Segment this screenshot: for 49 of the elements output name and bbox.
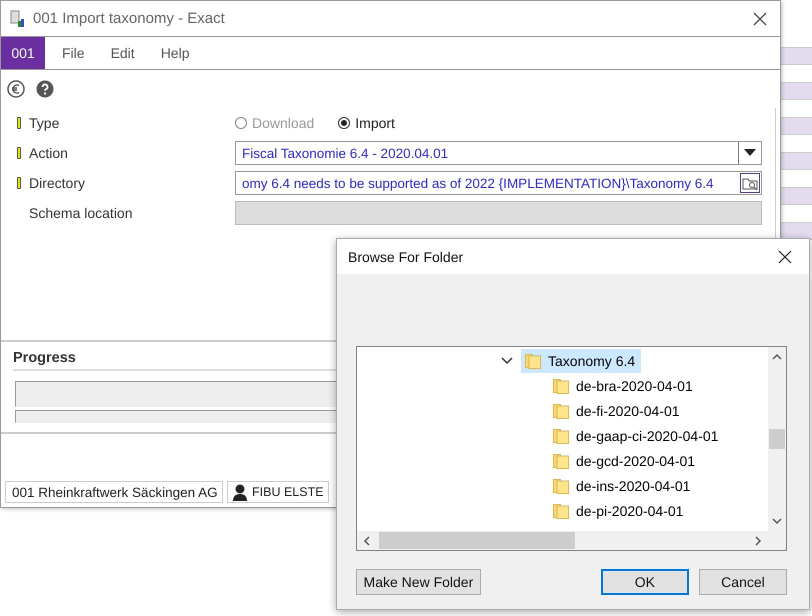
scroll-right-icon[interactable] [754, 536, 762, 546]
tree-item[interactable]: de-pi-2020-04-01 [549, 498, 690, 522]
tree-item[interactable]: de-bra-2020-04-01 [549, 374, 699, 398]
user-icon [232, 483, 248, 501]
help-icon[interactable] [36, 80, 54, 98]
folder-icon [553, 428, 569, 444]
menu-item[interactable]: Help [144, 37, 198, 69]
horizontal-scrollbar[interactable] [357, 531, 786, 550]
window-title: 001 Import taxonomy - Exact [33, 10, 225, 27]
folder-icon [553, 402, 569, 418]
vertical-scrollbar[interactable] [768, 347, 786, 531]
status-user: FIBU ELSTE [252, 485, 324, 499]
action-dropdown[interactable]: Fiscal Taxonomie 6.4 - 2020.04.01 [235, 141, 762, 165]
menu-item[interactable]: Edit [94, 37, 144, 69]
radio-option[interactable]: Import [338, 115, 395, 131]
tree-item[interactable]: de-fi-2020-04-01 [549, 398, 686, 422]
scroll-down-icon[interactable] [772, 517, 782, 525]
dialog-button[interactable]: OK [600, 569, 689, 595]
app-icon [9, 10, 25, 28]
close-icon[interactable] [777, 248, 793, 264]
directory-field[interactable]: omy 6.4 needs to be supported as of 2022 {IMPLEMENTATION}\Taxonomy 6.4 [235, 171, 762, 195]
scroll-up-icon[interactable] [772, 353, 782, 361]
folder-icon [525, 352, 541, 368]
folder-icon [553, 502, 569, 518]
close-icon[interactable] [752, 10, 768, 26]
tree-item[interactable]: de-gaap-ci-2020-04-01 [549, 424, 724, 448]
field-label: Type [29, 115, 60, 131]
field-label: Action [29, 145, 69, 161]
tree-item[interactable]: de-ins-2020-04-01 [549, 474, 696, 498]
folder-icon [553, 378, 569, 394]
dialog-button[interactable]: Cancel [698, 569, 787, 595]
dialog-button[interactable]: Make New Folder [356, 569, 481, 595]
field-label: Directory [29, 175, 86, 191]
euro-icon[interactable] [7, 80, 25, 98]
status-company: 001 Rheinkraftwerk Säckingen AG [5, 481, 223, 503]
scroll-thumb[interactable] [769, 429, 785, 449]
browse-folder-icon[interactable] [740, 173, 760, 193]
tree-item[interactable]: Taxonomy 6.4 [521, 348, 642, 372]
tree-item[interactable]: de-gcd-2020-04-01 [549, 448, 702, 472]
dialog-title: Browse For Folder [348, 248, 464, 264]
scroll-thumb[interactable] [379, 532, 575, 549]
chevron-down-icon[interactable] [501, 356, 513, 364]
menu-item[interactable]: File [45, 37, 94, 69]
scroll-left-icon[interactable] [363, 536, 371, 546]
folder-icon [553, 452, 569, 468]
caret-icon [744, 149, 756, 157]
company-code[interactable]: 001 [1, 37, 45, 69]
field-label: Schema location [29, 205, 134, 221]
folder-icon [553, 478, 569, 494]
